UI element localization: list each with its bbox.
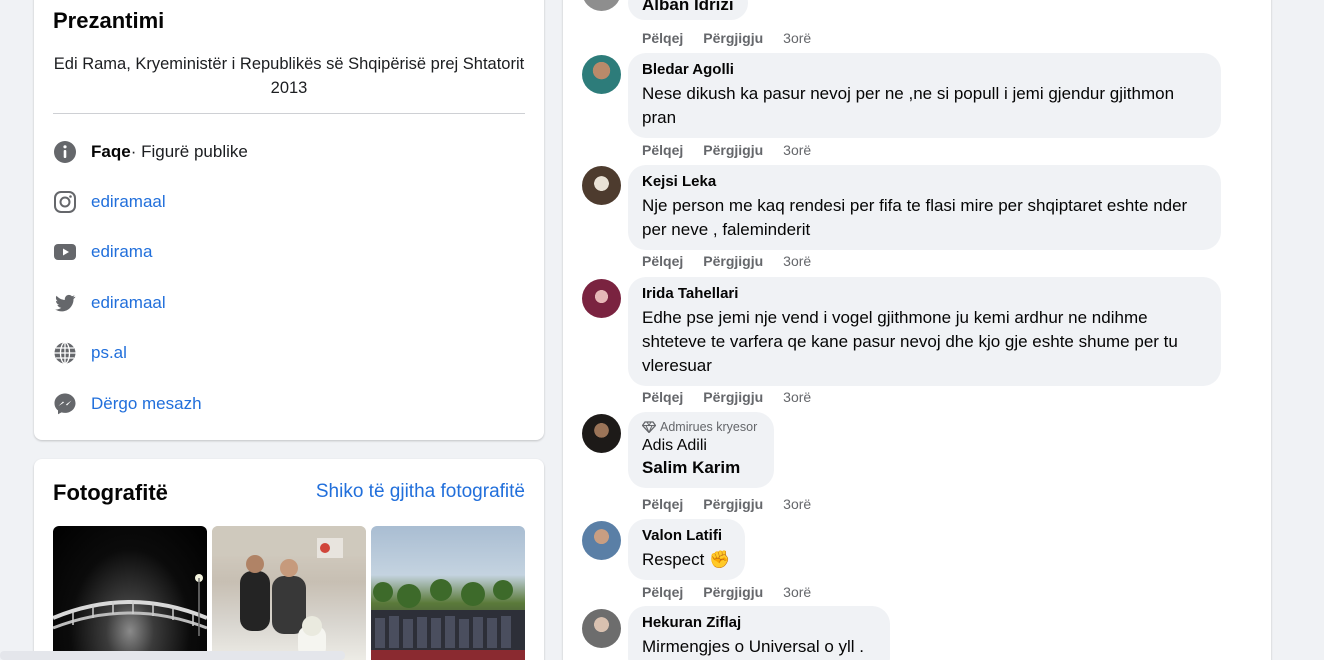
mentioned-user[interactable]: Salim Karim — [642, 456, 760, 480]
like-button[interactable]: Pëlqej — [642, 389, 683, 405]
photo-thumbnail[interactable] — [212, 526, 366, 660]
comment-timestamp[interactable]: 3orë — [783, 142, 811, 158]
intro-card: Prezantimi Edi Rama, Kryeministër i Repu… — [34, 0, 544, 440]
photo-thumbnail[interactable] — [53, 526, 207, 660]
comment-actions: Pëlqej Përgjigju 3orë — [642, 142, 811, 158]
diamond-icon — [642, 421, 656, 433]
photos-title: Fotografitë — [53, 480, 168, 505]
reply-button[interactable]: Përgjigju — [703, 142, 763, 158]
comment-timestamp[interactable]: 3orë — [783, 30, 811, 46]
messenger-icon — [53, 392, 77, 416]
avatar[interactable] — [582, 55, 621, 94]
instagram-link[interactable]: ediramaal — [91, 192, 166, 212]
top-fan-badge: Admirues kryesor — [642, 420, 760, 434]
like-button[interactable]: Pëlqej — [642, 496, 683, 512]
comment-timestamp[interactable]: 3orë — [783, 584, 811, 600]
reply-button[interactable]: Përgjigju — [703, 496, 763, 512]
reply-button[interactable]: Përgjigju — [703, 253, 763, 269]
horizontal-scrollbar[interactable] — [0, 651, 345, 660]
comment-actions: Pëlqej Përgjigju 3orë — [642, 584, 811, 600]
comment-text: Edhe pse jemi nje vend i vogel gjithmone… — [642, 308, 1178, 375]
avatar[interactable] — [582, 609, 621, 648]
website-link[interactable]: ps.al — [91, 343, 127, 363]
comment-bubble: Admirues kryesor Adis Adili Salim Karim — [628, 412, 774, 488]
youtube-link[interactable]: edirama — [91, 242, 152, 262]
comment-author[interactable]: Valon Latifi — [642, 527, 731, 545]
comment-author[interactable]: Bledar Agolli — [642, 61, 1207, 79]
twitter-row[interactable]: ediramaal — [53, 289, 166, 317]
avatar[interactable] — [582, 166, 621, 205]
comment-bubble: Hekuran Ziflaj Mirmengjes o Universal o … — [628, 606, 890, 660]
reply-button[interactable]: Përgjigju — [703, 389, 763, 405]
comment-author[interactable]: Adis Adili — [642, 437, 760, 455]
twitter-link[interactable]: ediramaal — [91, 293, 166, 313]
photo-thumbnail[interactable] — [371, 526, 525, 660]
comment-actions: Pëlqej Përgjigju 3orë — [642, 30, 811, 46]
youtube-row[interactable]: edirama — [53, 238, 152, 266]
like-button[interactable]: Pëlqej — [642, 142, 683, 158]
comment-text: Respect ✊ — [642, 550, 731, 569]
comment-actions: Pëlqej Përgjigju 3orë — [642, 496, 811, 512]
avatar[interactable] — [582, 279, 621, 318]
comment-bubble: Alban Idrizi — [628, 0, 748, 20]
comment-actions: Pëlqej Përgjigju 3orë — [642, 253, 811, 269]
comment-actions: Pëlqej Përgjigju 3orë — [642, 389, 811, 405]
comment-bubble: Valon Latifi Respect ✊ — [628, 519, 745, 580]
instagram-row[interactable]: ediramaal — [53, 188, 166, 216]
comment-timestamp[interactable]: 3orë — [783, 496, 811, 512]
reply-button[interactable]: Përgjigju — [703, 30, 763, 46]
comment-author[interactable]: Kejsi Leka — [642, 173, 1207, 191]
comment-author[interactable]: Alban Idrizi — [642, 0, 734, 14]
website-row[interactable]: ps.al — [53, 339, 127, 367]
comment-timestamp[interactable]: 3orë — [783, 389, 811, 405]
like-button[interactable]: Pëlqej — [642, 253, 683, 269]
comment-author[interactable]: Irida Tahellari — [642, 285, 1207, 303]
page-label: Faqe — [91, 142, 131, 161]
like-button[interactable]: Pëlqej — [642, 30, 683, 46]
top-fan-label: Admirues kryesor — [660, 420, 758, 434]
intro-title: Prezantimi — [53, 8, 165, 33]
comment-author[interactable]: Hekuran Ziflaj — [642, 614, 876, 632]
message-row[interactable]: Dërgo mesazh — [53, 390, 202, 418]
youtube-icon — [53, 240, 77, 264]
instagram-icon — [53, 190, 77, 214]
photos-card: Fotografitë Shiko të gjitha fotografitë — [34, 459, 544, 660]
page-category-row: Faqe · Figurë publike — [53, 138, 248, 166]
comment-text: Mirmengjes o Universal o yll . — [642, 637, 865, 656]
like-button[interactable]: Pëlqej — [642, 584, 683, 600]
reply-button[interactable]: Përgjigju — [703, 584, 763, 600]
send-message-link[interactable]: Dërgo mesazh — [91, 394, 202, 414]
comment-text: Nje person me kaq rendesi per fifa te fl… — [642, 196, 1188, 239]
globe-icon — [53, 341, 77, 365]
comment-timestamp[interactable]: 3orë — [783, 253, 811, 269]
comment-bubble: Irida Tahellari Edhe pse jemi nje vend i… — [628, 277, 1221, 386]
twitter-icon — [53, 291, 77, 315]
comment-bubble: Bledar Agolli Nese dikush ka pasur nevoj… — [628, 53, 1221, 138]
avatar[interactable] — [582, 521, 621, 560]
comment-bubble: Kejsi Leka Nje person me kaq rendesi per… — [628, 165, 1221, 250]
divider — [53, 113, 525, 114]
intro-bio: Edi Rama, Kryeministër i Republikës së S… — [53, 55, 525, 97]
see-all-photos-link[interactable]: Shiko të gjitha fotografitë — [316, 481, 525, 503]
avatar[interactable] — [582, 414, 621, 453]
info-icon — [53, 140, 77, 164]
page-category: · Figurë publike — [130, 142, 248, 161]
comment-text: Nese dikush ka pasur nevoj per ne ,ne si… — [642, 84, 1175, 127]
